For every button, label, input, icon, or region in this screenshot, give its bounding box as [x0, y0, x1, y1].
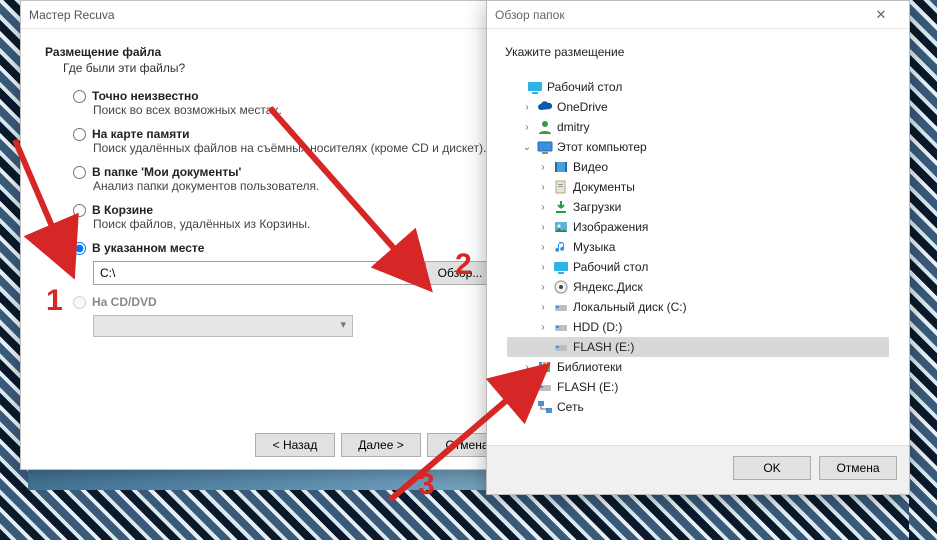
drive-icon: [553, 299, 569, 315]
tree-node-desktop[interactable]: ▸ Рабочий стол: [507, 77, 889, 97]
tree-node-edrive2[interactable]: › FLASH (E:): [507, 377, 889, 397]
option-custom-label: В указанном месте: [92, 241, 204, 255]
option-docs[interactable]: В папке 'Мои документы' Анализ папки док…: [73, 165, 495, 193]
tree-node-music[interactable]: › Музыка: [507, 237, 889, 257]
tree-node-yandex[interactable]: › Яндекс.Диск: [507, 277, 889, 297]
tree-node-cdrive[interactable]: › Локальный диск (C:): [507, 297, 889, 317]
wizard-titlebar[interactable]: Мастер Recuva: [21, 1, 519, 29]
yandex-disk-icon: [553, 279, 569, 295]
option-cddvd-label: На CD/DVD: [92, 295, 157, 309]
pictures-icon: [553, 219, 569, 235]
option-custom[interactable]: В указанном месте Обзор...: [73, 241, 495, 285]
browser-title: Обзор папок: [495, 8, 565, 22]
tree-node-ddrive[interactable]: › HDD (D:): [507, 317, 889, 337]
drive-icon: [553, 339, 569, 355]
ok-button[interactable]: OK: [733, 456, 811, 480]
drive-icon: [553, 319, 569, 335]
tree-label: Этот компьютер: [557, 140, 647, 154]
network-icon: [537, 399, 553, 415]
desktop-icon: [553, 259, 569, 275]
desktop-bg-bottom: [0, 490, 937, 540]
radio-card[interactable]: [73, 128, 86, 141]
tree-node-onedrive[interactable]: › OneDrive: [507, 97, 889, 117]
wizard-subheading: Где были эти файлы?: [63, 61, 495, 75]
cddvd-select-disabled: [93, 315, 353, 337]
option-recycle[interactable]: В Корзине Поиск файлов, удалённых из Кор…: [73, 203, 495, 231]
tree-label: HDD (D:): [573, 320, 622, 334]
browse-button[interactable]: Обзор...: [425, 261, 495, 285]
tree-label: FLASH (E:): [573, 340, 634, 354]
tree-node-thispc[interactable]: ⌄ Этот компьютер: [507, 137, 889, 157]
option-recycle-desc: Поиск файлов, удалённых из Корзины.: [93, 217, 495, 231]
browser-titlebar[interactable]: Обзор папок ✕: [487, 1, 909, 29]
tree-label: FLASH (E:): [557, 380, 618, 394]
cloud-icon: [537, 99, 553, 115]
radio-cddvd: [73, 296, 86, 309]
tree-label: Рабочий стол: [547, 80, 622, 94]
tree-node-documents[interactable]: › Документы: [507, 177, 889, 197]
download-icon: [553, 199, 569, 215]
tree-label: Документы: [573, 180, 635, 194]
tree-node-network[interactable]: › Сеть: [507, 397, 889, 417]
radio-recycle[interactable]: [73, 204, 86, 217]
wizard-heading: Размещение файла: [45, 45, 495, 59]
tree-label: Яндекс.Диск: [573, 280, 643, 294]
path-input[interactable]: [93, 261, 419, 285]
wizard-title: Мастер Recuva: [29, 8, 115, 22]
tree-node-videos[interactable]: › Видео: [507, 157, 889, 177]
documents-icon: [553, 179, 569, 195]
option-docs-desc: Анализ папки документов пользователя.: [93, 179, 495, 193]
user-icon: [537, 119, 553, 135]
monitor-icon: [537, 139, 553, 155]
option-recycle-label: В Корзине: [92, 203, 153, 217]
close-icon[interactable]: ✕: [861, 7, 901, 23]
next-button[interactable]: Далее >: [341, 433, 421, 457]
tree-node-edrive[interactable]: › FLASH (E:): [507, 337, 889, 357]
desktop-bg-right: [909, 0, 937, 540]
option-card-label: На карте памяти: [92, 127, 189, 141]
tree-label: OneDrive: [557, 100, 608, 114]
tree-label: Библиотеки: [557, 360, 622, 374]
desktop-icon: [527, 79, 543, 95]
tree-label: Загрузки: [573, 200, 621, 214]
tree-label: Локальный диск (C:): [573, 300, 687, 314]
tree-node-pictures[interactable]: › Изображения: [507, 217, 889, 237]
option-cddvd[interactable]: На CD/DVD: [73, 295, 495, 337]
tree-node-desktop2[interactable]: › Рабочий стол: [507, 257, 889, 277]
tree-label: Музыка: [573, 240, 615, 254]
browser-cancel-button[interactable]: Отмена: [819, 456, 897, 480]
option-unknown-label: Точно неизвестно: [92, 89, 199, 103]
radio-unknown[interactable]: [73, 90, 86, 103]
tree-label: Сеть: [557, 400, 584, 414]
option-unknown[interactable]: Точно неизвестно Поиск во всех возможных…: [73, 89, 495, 117]
folder-browser-window: Обзор папок ✕ Укажите размещение ▸ Рабоч…: [486, 0, 910, 495]
back-button[interactable]: < Назад: [255, 433, 335, 457]
option-docs-label: В папке 'Мои документы': [92, 165, 241, 179]
option-card[interactable]: На карте памяти Поиск удалённых файлов н…: [73, 127, 495, 155]
option-unknown-desc: Поиск во всех возможных местах.: [93, 103, 495, 117]
option-card-desc: Поиск удалённых файлов на съёмных носите…: [93, 141, 495, 155]
recuva-wizard-window: Мастер Recuva Размещение файла Где были …: [20, 0, 520, 470]
folder-tree[interactable]: ▸ Рабочий стол › OneDrive › dmitry: [505, 77, 891, 437]
browser-prompt: Укажите размещение: [505, 45, 891, 59]
music-icon: [553, 239, 569, 255]
tree-node-downloads[interactable]: › Загрузки: [507, 197, 889, 217]
drive-icon: [537, 379, 553, 395]
radio-docs[interactable]: [73, 166, 86, 179]
libraries-icon: [537, 359, 553, 375]
tree-label: dmitry: [557, 120, 590, 134]
video-icon: [553, 159, 569, 175]
tree-label: Изображения: [573, 220, 648, 234]
radio-custom[interactable]: [73, 242, 86, 255]
tree-label: Рабочий стол: [573, 260, 648, 274]
tree-node-libraries[interactable]: › Библиотеки: [507, 357, 889, 377]
tree-label: Видео: [573, 160, 608, 174]
tree-node-user[interactable]: › dmitry: [507, 117, 889, 137]
